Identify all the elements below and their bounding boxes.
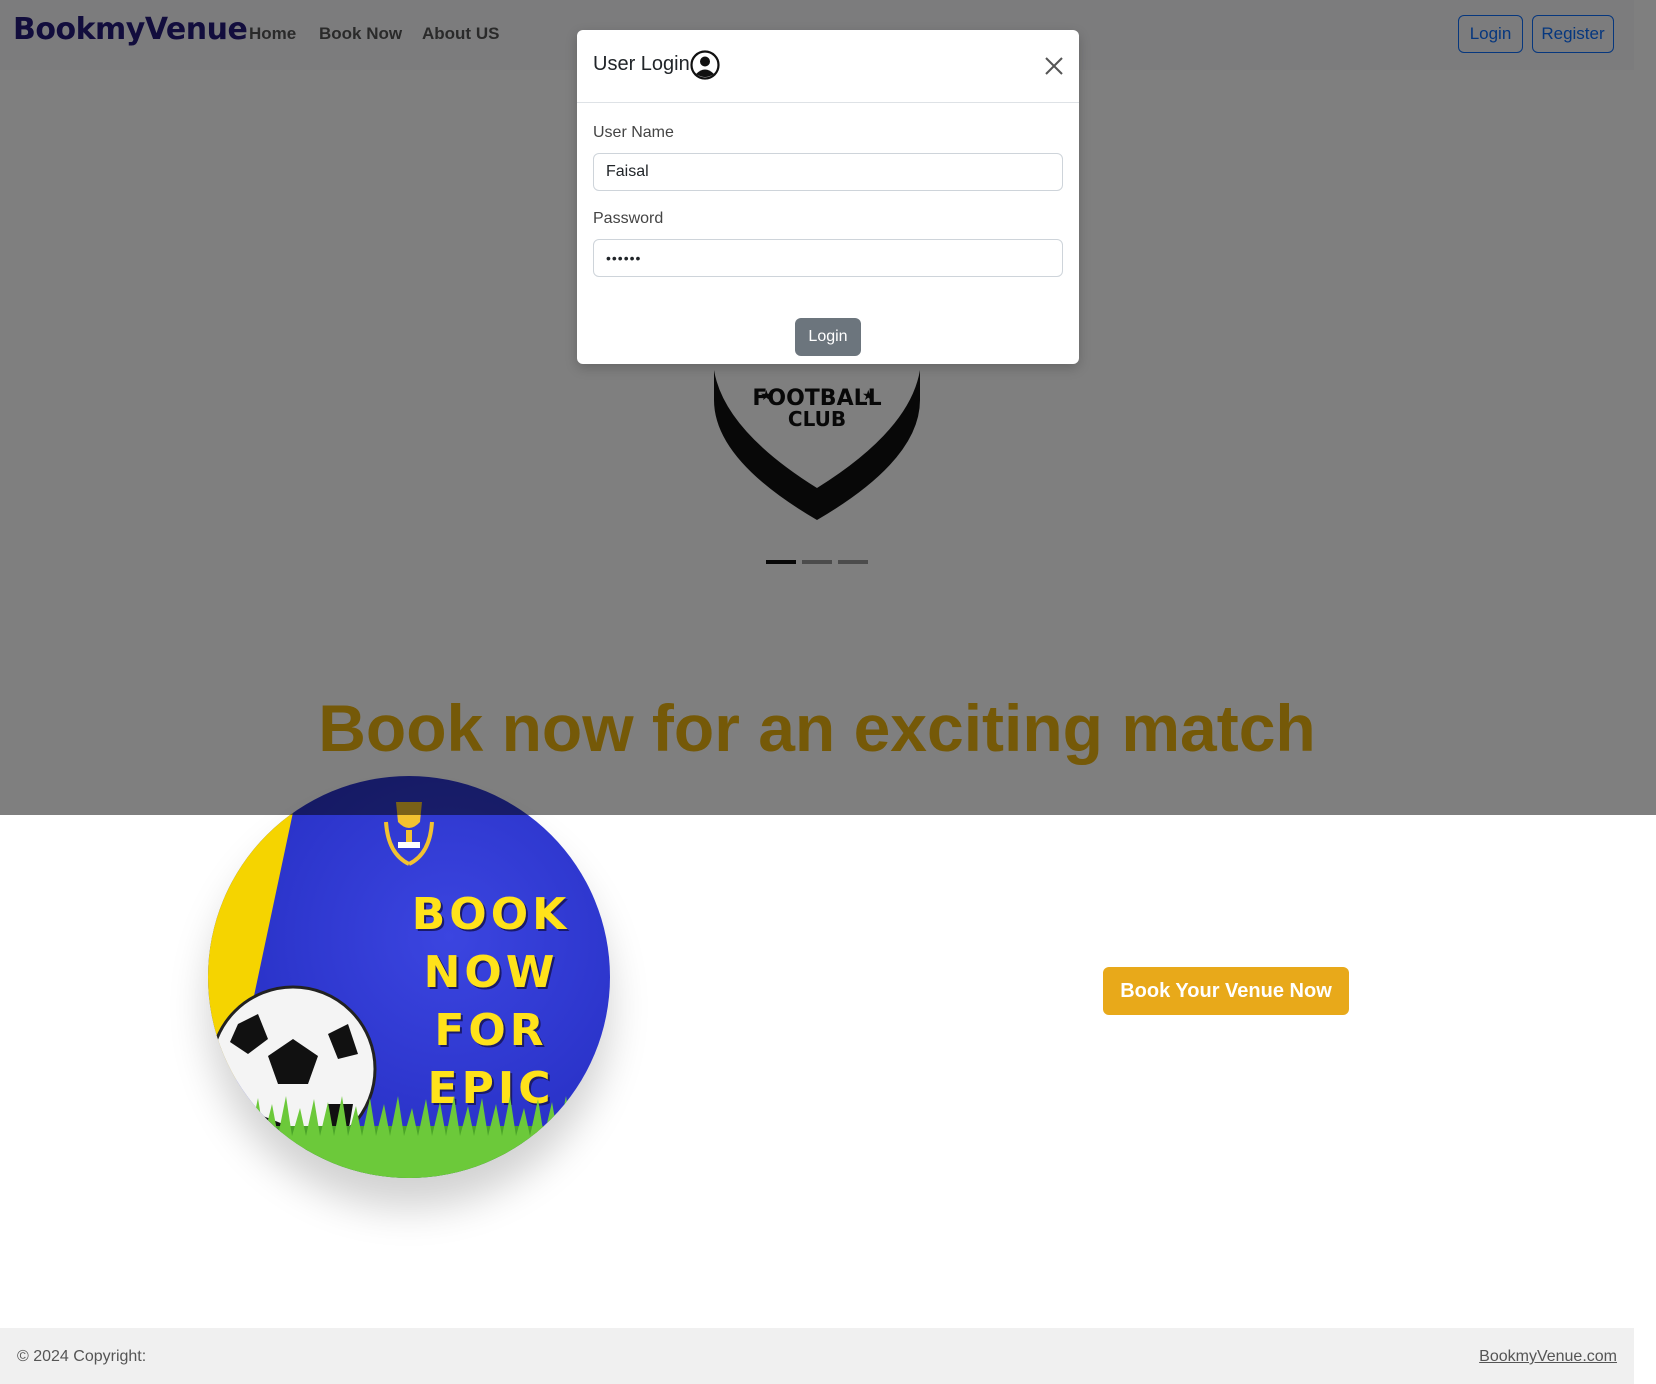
password-input[interactable]: ••••••: [593, 239, 1063, 277]
password-masked-value: ••••••: [606, 250, 642, 266]
footer: © 2024 Copyright: BookmyVenue.com: [0, 1328, 1634, 1384]
modal-header: User Login: [577, 30, 1079, 103]
book-venue-button[interactable]: Book Your Venue Now: [1103, 967, 1349, 1015]
login-modal: User Login User Name Password •••••• Log…: [577, 30, 1079, 364]
grass-image: [208, 1096, 610, 1178]
modal-login-button[interactable]: Login: [795, 318, 861, 356]
username-input[interactable]: [593, 153, 1063, 191]
password-label: Password: [593, 210, 664, 227]
close-icon[interactable]: [1044, 56, 1064, 76]
modal-title: User Login: [593, 53, 690, 75]
footer-copyright: © 2024 Copyright:: [17, 1348, 147, 1365]
user-circle-icon: [690, 50, 720, 80]
promo-image: BOOK NOWFOR EPICMATCHES: [208, 776, 610, 1178]
username-label: User Name: [593, 124, 674, 141]
footer-site-link[interactable]: BookmyVenue.com: [1479, 1348, 1617, 1366]
